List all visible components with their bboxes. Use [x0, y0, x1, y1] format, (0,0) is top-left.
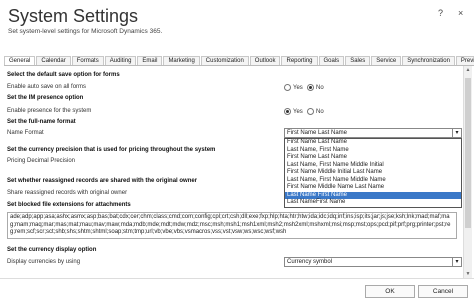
autosave-label: Enable auto save on all forms — [7, 84, 87, 90]
section-heading-currency-precision: Set the currency precision that is used … — [7, 147, 216, 153]
section-heading-save: Select the default save option for forms — [7, 72, 120, 78]
dropdown-option[interactable]: Last Name, First Name — [285, 147, 461, 155]
close-button[interactable]: × — [458, 8, 463, 18]
scroll-thumb[interactable] — [465, 78, 471, 228]
tab-reporting[interactable]: Reporting — [281, 56, 318, 65]
radio-icon — [307, 108, 314, 115]
help-button[interactable]: ? — [438, 8, 443, 18]
tab-calendar[interactable]: Calendar — [36, 56, 71, 65]
chevron-down-icon[interactable]: ▾ — [452, 258, 461, 266]
dropdown-option[interactable]: First Name Last Name — [285, 139, 461, 147]
window-subtitle: Set system-level settings for Microsoft … — [8, 28, 163, 35]
vertical-scrollbar[interactable]: ▲ ▼ — [463, 66, 472, 278]
blocked-extensions-field[interactable]: ade;adp;app;asa;ashx;asmx;asp;bas;bat;cd… — [7, 212, 457, 239]
tab-bar: General Calendar Formats Auditing Email … — [4, 56, 474, 66]
radio-selected-icon — [307, 84, 314, 91]
section-heading-name: Set the full-name format — [7, 119, 76, 125]
dropdown-option[interactable]: Last NameFirst Name — [285, 199, 461, 207]
tab-previews[interactable]: Previews — [455, 56, 474, 65]
dropdown-option-selected[interactable]: Last Name First Name — [285, 191, 461, 199]
tab-outlook[interactable]: Outlook — [249, 56, 281, 65]
dropdown-option[interactable]: First Name Last Name — [285, 154, 461, 162]
section-heading-blocked: Set blocked file extensions for attachme… — [7, 202, 131, 208]
tab-sales[interactable]: Sales — [345, 56, 371, 65]
reassign-label: Share reassigned records with original o… — [7, 190, 128, 196]
tab-auditing[interactable]: Auditing — [104, 56, 137, 65]
scroll-down-arrow-icon[interactable]: ▼ — [464, 270, 472, 278]
chevron-down-icon[interactable]: ▾ — [452, 129, 461, 137]
tab-marketing[interactable]: Marketing — [163, 56, 200, 65]
pricing-precision-label: Pricing Decimal Precision — [7, 158, 76, 164]
dropdown-option[interactable]: First Name Middle Initial Last Name — [285, 169, 461, 177]
ok-button[interactable]: OK — [365, 285, 415, 298]
autosave-no-radio[interactable]: No — [307, 84, 324, 91]
tab-customization[interactable]: Customization — [200, 56, 249, 65]
currency-display-label: Display currencies by using — [7, 259, 81, 265]
presence-yes-radio[interactable]: Yes — [284, 108, 303, 115]
cancel-button[interactable]: Cancel — [418, 285, 468, 298]
radio-icon — [284, 84, 291, 91]
window-title: System Settings — [8, 6, 139, 26]
tab-general[interactable]: General — [4, 56, 36, 65]
dialog-footer: OK Cancel — [0, 278, 474, 302]
autosave-yes-radio[interactable]: Yes — [284, 84, 303, 91]
name-format-select[interactable]: First Name Last Name ▾ — [284, 128, 462, 138]
tab-goals[interactable]: Goals — [318, 56, 345, 65]
presence-label: Enable presence for the system — [7, 108, 92, 114]
section-heading-currency-display: Set the currency display option — [7, 247, 97, 253]
dropdown-option[interactable]: Last Name, First Name Middle Name — [285, 177, 461, 185]
tab-service[interactable]: Service — [371, 56, 402, 65]
settings-content: Select the default save option for forms… — [4, 66, 462, 278]
tab-synchronization[interactable]: Synchronization — [402, 56, 455, 65]
name-format-label: Name Format — [7, 130, 44, 136]
dropdown-option[interactable]: First Name Middle Name Last Name — [285, 184, 461, 192]
tab-formats[interactable]: Formats — [71, 56, 104, 65]
currency-display-select[interactable]: Currency symbol ▾ — [284, 257, 462, 267]
section-heading-reassign: Set whether reassigned records are share… — [7, 178, 198, 184]
tab-email[interactable]: Email — [137, 56, 163, 65]
presence-no-radio[interactable]: No — [307, 108, 324, 115]
dropdown-option[interactable]: Last Name, First Name Middle Initial — [285, 162, 461, 170]
radio-selected-icon — [284, 108, 291, 115]
scroll-up-arrow-icon[interactable]: ▲ — [464, 66, 472, 74]
section-heading-im: Set the IM presence option — [7, 95, 84, 101]
name-format-dropdown-list: First Name Last Name Last Name, First Na… — [284, 138, 462, 208]
